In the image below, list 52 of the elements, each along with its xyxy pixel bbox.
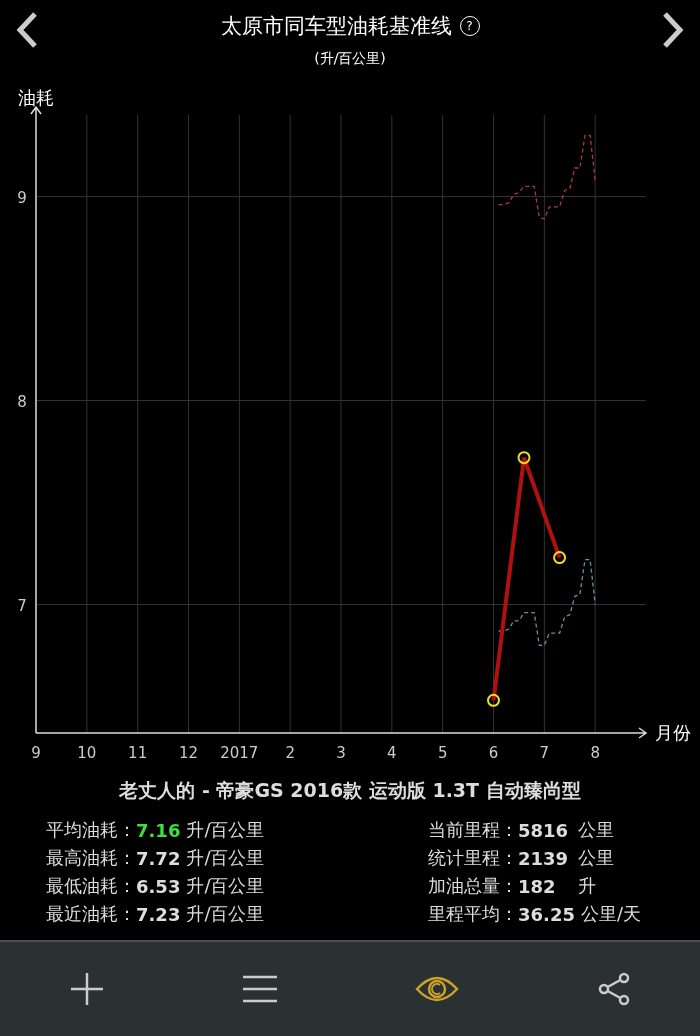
tick-label: 4 <box>387 744 397 762</box>
tick-label: 8 <box>17 392 27 411</box>
data-point <box>517 451 531 465</box>
tick-label: 7 <box>17 596 27 615</box>
stat-label: 当前里程： <box>428 818 518 842</box>
eye-icon <box>414 975 459 1003</box>
car-title: 老丈人的 - 帝豪GS 2016款 运动版 1.3T 自动臻尚型 <box>118 778 582 803</box>
tick-label: 2017 <box>220 744 259 762</box>
tick-label: 9 <box>17 188 27 207</box>
tick-label: 12 <box>178 744 199 762</box>
tick-label: 6 <box>488 744 499 762</box>
stat-label: 最近油耗： <box>46 902 136 926</box>
stat-value: 6.53 <box>136 875 181 897</box>
tick-label: 2 <box>285 744 295 762</box>
stat-value: 7.72 <box>136 847 181 869</box>
tick-label: 3 <box>336 744 346 762</box>
tick-label: 9 <box>31 744 41 762</box>
x-axis-label: 月份 <box>655 722 691 743</box>
stat-label: 平均油耗： <box>46 818 136 842</box>
page-title: 太原市同车型油耗基准线 <box>220 13 452 40</box>
y-axis-label: 油耗 <box>18 87 54 108</box>
stat-unit: 升/百公里 <box>186 846 265 870</box>
stat-value: 2139 <box>518 847 570 869</box>
data-point <box>487 693 500 707</box>
stat-label: 统计里程： <box>428 846 518 870</box>
tick-label: 5 <box>437 744 448 762</box>
tick-label: 8 <box>590 744 600 762</box>
data-point <box>553 551 567 565</box>
tick-label: 7 <box>539 744 550 762</box>
stat-value: 182 <box>518 875 557 897</box>
stat-label: 加油总量： <box>428 874 518 898</box>
stat-unit: 公里/天 <box>580 902 641 926</box>
stat-unit: 升 <box>578 874 596 898</box>
stat-label: 最低油耗： <box>46 874 136 898</box>
stat-unit: 公里 <box>578 818 614 842</box>
stat-label: 里程平均： <box>428 902 518 926</box>
tick-label: 10 <box>77 744 97 762</box>
plus-icon <box>68 971 105 1007</box>
stat-value: 5816 <box>518 819 570 841</box>
stat-value: 7.16 <box>136 819 181 841</box>
unit-subtitle: (升/百公里) <box>314 50 386 68</box>
stat-unit: 升/百公里 <box>186 902 265 926</box>
stat-unit: 升/百公里 <box>186 818 265 842</box>
stat-unit: 公里 <box>578 846 614 870</box>
chevron-left-icon <box>16 11 38 49</box>
stat-label: 最高油耗： <box>46 846 136 870</box>
tick-label: 11 <box>128 744 148 762</box>
stat-unit: 升/百公里 <box>186 874 265 898</box>
menu-icon <box>241 975 278 1003</box>
chevron-right-icon <box>662 11 684 49</box>
stat-value: 7.23 <box>136 903 181 925</box>
stat-value: 36.25 <box>518 903 575 925</box>
